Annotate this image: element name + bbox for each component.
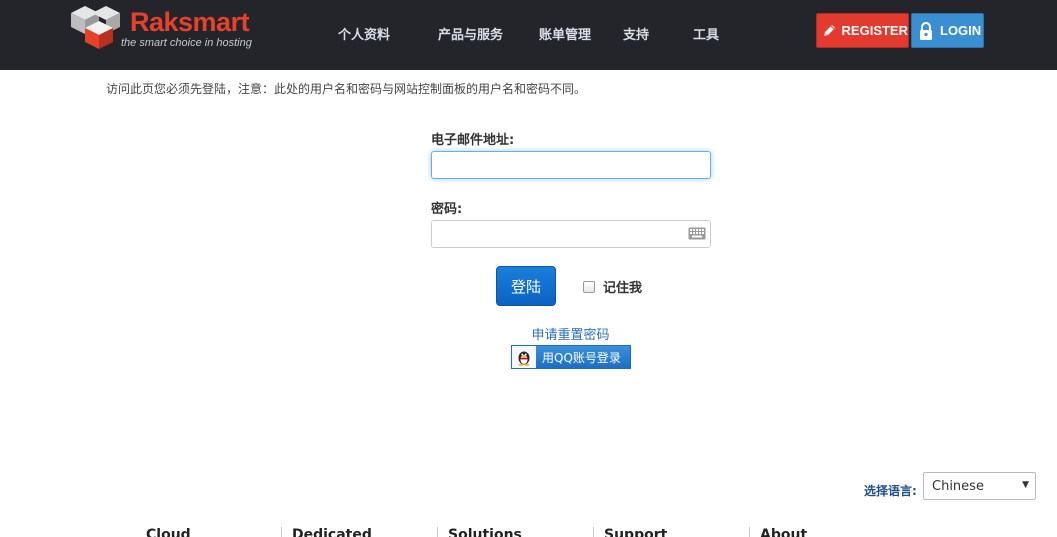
- footer-solutions[interactable]: Solutions: [448, 527, 522, 537]
- top-navbar: Raksmart the smart choice in hosting 个人资…: [0, 0, 1057, 70]
- remember-me-checkbox[interactable]: [583, 280, 595, 293]
- logo-cubes-icon: [71, 6, 120, 49]
- footer-columns: Cloud Dedicated Solutions Support About: [0, 527, 1057, 537]
- logo-name: Raksmart: [130, 7, 250, 37]
- login-button[interactable]: LOGIN: [911, 13, 984, 48]
- logo-tagline: the smart choice in hosting: [121, 37, 252, 49]
- remember-me[interactable]: 记住我: [583, 277, 642, 296]
- nav-products-services[interactable]: 产品与服务: [438, 24, 503, 43]
- email-label: 电子邮件地址:: [431, 133, 515, 148]
- register-button[interactable]: REGISTER: [816, 13, 909, 48]
- footer-divider: [749, 527, 750, 537]
- padlock-icon: [912, 14, 940, 47]
- language-selected-value: Chinese: [932, 478, 984, 494]
- footer-dedicated[interactable]: Dedicated: [292, 527, 372, 537]
- forgot-password-row: 申请重置密码: [0, 324, 1057, 343]
- language-select[interactable]: Chinese ▼: [923, 472, 1036, 500]
- chevron-down-icon: ▼: [1022, 480, 1029, 490]
- password-label: 密码:: [431, 202, 463, 217]
- qq-login-button[interactable]: 用QQ账号登录: [511, 345, 631, 369]
- forgot-password-link[interactable]: 申请重置密码: [531, 328, 609, 343]
- nav-support[interactable]: 支持: [623, 24, 649, 43]
- qq-penguin-icon: [512, 346, 536, 368]
- nav-tools[interactable]: 工具: [693, 24, 719, 43]
- login-label: LOGIN: [940, 23, 982, 38]
- login-notice: 访问此页您必须先登陆，注意：此处的用户名和密码与网站控制面板的用户名和密码不同。: [106, 82, 587, 96]
- nav-profile[interactable]: 个人资料: [338, 24, 390, 43]
- keyboard-icon[interactable]: [688, 227, 706, 240]
- language-label: 选择语言:: [864, 484, 917, 498]
- remember-me-label: 记住我: [603, 281, 643, 296]
- nav-billing[interactable]: 账单管理: [539, 24, 591, 43]
- pencil-icon: [817, 14, 842, 47]
- login-submit-button[interactable]: 登陆: [496, 266, 556, 306]
- footer-divider: [437, 527, 438, 537]
- footer-support[interactable]: Support: [604, 527, 667, 537]
- email-field[interactable]: [431, 151, 711, 179]
- footer-about[interactable]: About: [760, 527, 807, 537]
- register-label: REGISTER: [841, 23, 908, 38]
- password-field[interactable]: [431, 220, 711, 248]
- footer-divider: [593, 527, 594, 537]
- footer-divider: [281, 527, 282, 537]
- footer-cloud[interactable]: Cloud: [146, 527, 191, 537]
- qq-login-label: 用QQ账号登录: [542, 350, 621, 365]
- raksmart-logo[interactable]: Raksmart the smart choice in hosting: [70, 3, 260, 53]
